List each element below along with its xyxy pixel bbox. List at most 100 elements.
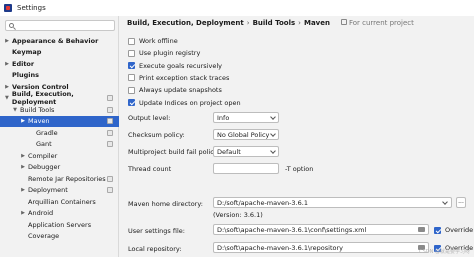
settings-sidebar: ▶ Appearance & Behavior Keymap ▶ Editor Plugi… — [0, 16, 119, 257]
thread-count-hint: -T option — [285, 165, 314, 173]
thread-count-input[interactable] — [213, 163, 279, 174]
sidebar-item-label: Editor — [12, 59, 35, 68]
project-scope-icon — [107, 95, 113, 101]
sidebar-item-gradle[interactable]: Gradle — [0, 127, 119, 138]
folder-icon[interactable] — [418, 227, 425, 232]
sidebar-item-coverage[interactable]: Coverage — [0, 231, 119, 242]
option-label: Always update snapshots — [139, 86, 222, 95]
output-level-select[interactable]: Info — [213, 112, 279, 123]
chevron-right-icon[interactable]: ▶ — [20, 153, 26, 159]
chevron-right-icon[interactable]: ▶ — [4, 61, 10, 67]
option-label: Use plugin registry — [139, 49, 201, 58]
option-label: Work offline — [139, 37, 178, 45]
chevron-down-icon — [442, 199, 448, 205]
sidebar-item-debugger[interactable]: ▶ Debugger — [0, 162, 119, 173]
chevron-down-icon — [270, 114, 276, 120]
sidebar-item-label: Plugins — [12, 71, 39, 79]
project-scope-icon — [107, 129, 113, 136]
breadcrumb: Build, Execution, Deployment › Build Too… — [127, 19, 414, 27]
sidebar-item-keymap[interactable]: Keymap — [0, 47, 119, 58]
sidebar-item-label: Maven — [28, 117, 50, 125]
sidebar-item-arquillian-containers[interactable]: Arquillian Containers — [0, 196, 119, 207]
project-scope-icon — [107, 106, 113, 113]
sidebar-item-maven[interactable]: ▶ Maven — [0, 115, 119, 127]
maven-version-text: (Version: 3.6.1) — [213, 211, 263, 219]
chevron-right-icon[interactable]: ▶ — [4, 84, 10, 90]
option-use-plugin-registry[interactable]: Use plugin registry — [128, 48, 200, 58]
option-checkbox[interactable] — [128, 86, 135, 94]
breadcrumb-separator: › — [246, 19, 250, 27]
chevron-right-icon[interactable]: ▶ — [4, 38, 10, 44]
option-update-indices-on-project-open[interactable]: Update Indices on project open — [128, 98, 241, 108]
sidebar-item-deployment[interactable]: ▶ Deployment — [0, 185, 119, 196]
sidebar-item-label: Keymap — [12, 48, 42, 56]
sidebar-item-label: Deployment — [28, 186, 68, 194]
option-checkbox[interactable] — [128, 99, 135, 106]
sidebar-item-android[interactable]: ▶ Android — [0, 208, 119, 219]
option-label: Update Indices on project open — [139, 98, 241, 107]
project-scope-note: For current project — [340, 19, 414, 27]
chevron-right-icon[interactable]: ▶ — [20, 164, 26, 170]
sidebar-item-remote-jar-repositories[interactable]: Remote Jar Repositories — [0, 173, 119, 184]
option-checkbox[interactable] — [128, 62, 135, 70]
maven-home-browse-button[interactable]: ... — [456, 197, 466, 208]
project-scope-icon — [107, 118, 113, 124]
maven-settings-panel: Build, Execution, Deployment › Build Too… — [120, 16, 474, 257]
sidebar-item-appearance-behavior[interactable]: ▶ Appearance & Behavior — [0, 35, 119, 46]
chevron-down-icon[interactable]: ▼ — [12, 107, 18, 113]
search-icon — [9, 23, 14, 28]
option-checkbox[interactable] — [128, 74, 135, 82]
option-label: Execute goals recursively — [139, 61, 222, 70]
local-repo-input[interactable]: D:\soft\apache-maven-3.6.1\repository — [213, 242, 429, 253]
sidebar-item-build-execution-deployment[interactable]: ▼ Build, Execution, Deployment — [0, 90, 119, 106]
sidebar-item-compiler[interactable]: ▶ Compiler — [0, 150, 119, 161]
sidebar-item-gant[interactable]: Gant — [0, 139, 119, 150]
option-checkbox[interactable] — [128, 37, 135, 45]
sidebar-item-label: Application Servers — [28, 220, 92, 229]
checksum-policy-select[interactable]: No Global Policy — [213, 129, 279, 140]
output-level-label: Output level: — [128, 114, 171, 122]
breadcrumb-item: Build Tools — [252, 19, 296, 27]
maven-home-label: Maven home directory: — [128, 200, 203, 208]
sidebar-item-label: Build Tools — [20, 105, 55, 114]
sidebar-item-label: Arquillian Containers — [28, 197, 96, 206]
chevron-down-icon[interactable]: ▼ — [4, 95, 10, 101]
option-print-exception-stack-traces[interactable]: Print exception stack traces — [128, 73, 229, 83]
option-always-update-snapshots[interactable]: Always update snapshots — [128, 85, 222, 95]
breadcrumb-item: Maven — [303, 19, 330, 27]
chevron-right-icon[interactable]: ▶ — [20, 210, 26, 216]
sidebar-item-label: Remote Jar Repositories — [28, 174, 106, 183]
local-repo-label: Local repository: — [128, 245, 182, 253]
project-scope-icon — [107, 175, 113, 182]
settings-search-input[interactable] — [5, 20, 115, 31]
option-checkbox[interactable] — [128, 49, 135, 57]
sidebar-item-label: Android — [28, 209, 54, 217]
user-settings-override[interactable]: Override — [434, 226, 473, 234]
user-settings-input[interactable]: D:\soft\apache-maven-3.6.1\conf\settings… — [213, 224, 429, 235]
title-bar: Settings — [0, 0, 474, 16]
breadcrumb-separator: › — [298, 19, 301, 27]
sidebar-item-label: Gant — [36, 140, 52, 148]
chevron-right-icon[interactable]: ▶ — [20, 187, 26, 193]
sidebar-item-label: Appearance & Behavior — [12, 36, 99, 45]
sidebar-item-editor[interactable]: ▶ Editor — [0, 58, 119, 69]
option-work-offline[interactable]: Work offline — [128, 36, 178, 46]
multiproject-fail-policy-label: Multiproject build fail policy: — [128, 148, 220, 156]
sidebar-item-label: Gradle — [36, 128, 58, 137]
maven-home-input[interactable]: D:/soft/apache-maven-3.6.1 — [213, 197, 452, 208]
project-icon — [340, 19, 347, 25]
user-settings-override-checkbox[interactable] — [434, 226, 441, 234]
breadcrumb-item: Build, Execution, Deployment — [127, 19, 244, 27]
sidebar-item-label: Coverage — [28, 232, 60, 240]
project-scope-icon — [107, 141, 113, 147]
sidebar-item-label: Debugger — [28, 163, 61, 171]
checksum-policy-label: Checksum policy: — [128, 131, 185, 139]
chevron-right-icon[interactable]: ▶ — [20, 118, 26, 124]
window-title: Settings — [17, 4, 46, 12]
sidebar-item-plugins[interactable]: Plugins — [0, 70, 119, 81]
sidebar-item-application-servers[interactable]: Application Servers — [0, 219, 119, 230]
project-scope-icon — [107, 187, 113, 193]
multiproject-fail-policy-select[interactable]: Default — [213, 146, 279, 157]
sidebar-item-build-tools[interactable]: ▼ Build Tools — [0, 104, 119, 115]
option-execute-goals-recursively[interactable]: Execute goals recursively — [128, 61, 222, 71]
